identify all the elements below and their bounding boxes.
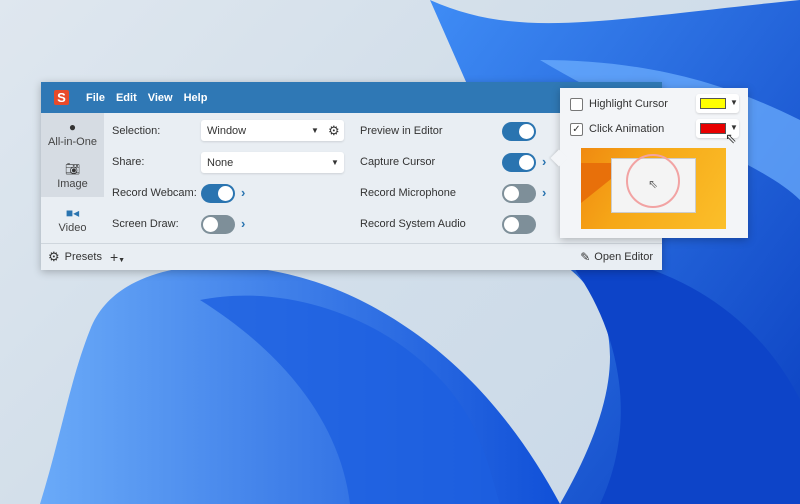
click-animation-label: Click Animation xyxy=(589,123,665,135)
record-system-audio-toggle[interactable] xyxy=(502,215,536,234)
capture-cursor-toggle[interactable] xyxy=(502,153,536,172)
highlight-cursor-label: Highlight Cursor xyxy=(589,98,668,110)
capture-cursor-popup: Highlight Cursor ▼ ✓ Click Animation ▼ ⇖… xyxy=(560,88,748,238)
record-system-audio-label: Record System Audio xyxy=(360,218,466,230)
click-animation-checkbox[interactable]: ✓ xyxy=(570,123,583,136)
bottom-bar: ⚙ Presets +▼ ✎ Open Editor xyxy=(41,243,662,270)
share-label: Share: xyxy=(112,156,145,168)
menu-file[interactable]: File xyxy=(86,92,105,104)
record-microphone-label: Record Microphone xyxy=(360,187,456,199)
tab-all-in-one[interactable]: ● All-in-One xyxy=(41,113,104,155)
selection-value: Window xyxy=(207,124,247,137)
capture-cursor-label: Capture Cursor xyxy=(360,156,436,168)
tab-label: Video xyxy=(58,221,87,234)
color-swatch xyxy=(700,98,726,109)
video-camera-icon: ■◂ xyxy=(65,205,80,220)
tab-video[interactable]: ■◂ Video xyxy=(41,197,104,243)
record-webcam-label: Record Webcam: xyxy=(112,187,197,199)
cursor-icon: ⇖ xyxy=(648,177,659,191)
record-icon: ● xyxy=(68,119,77,134)
chevron-down-icon: ▼ xyxy=(118,257,126,264)
capture-mode-tabs: ● All-in-One 📷︎ Image ■◂ Video xyxy=(41,113,104,243)
color-swatch xyxy=(700,123,726,134)
share-value: None xyxy=(207,156,234,169)
plus-icon: + xyxy=(109,249,119,265)
chevron-right-icon[interactable]: › xyxy=(241,185,245,200)
gear-icon[interactable]: ⚙ xyxy=(48,249,60,265)
chevron-right-icon[interactable]: › xyxy=(241,216,245,231)
tab-label: All-in-One xyxy=(48,135,97,148)
edit-icon: ✎ xyxy=(580,250,591,264)
tab-label: Image xyxy=(57,177,88,190)
click-animation-preview: ⇖ xyxy=(581,148,726,229)
presets-button[interactable]: Presets xyxy=(65,251,102,263)
selection-label: Selection: xyxy=(112,125,161,137)
preview-in-editor-toggle[interactable] xyxy=(502,122,536,141)
menu-edit[interactable]: Edit xyxy=(116,92,137,104)
chevron-right-icon[interactable]: › xyxy=(542,154,546,169)
chevron-down-icon: ▼ xyxy=(311,126,319,135)
gear-icon[interactable]: ⚙ xyxy=(328,123,340,139)
snagit-logo: S xyxy=(54,90,69,105)
highlight-color-picker[interactable]: ▼ xyxy=(696,94,739,113)
menu-view[interactable]: View xyxy=(148,92,173,104)
camera-icon: 📷︎ xyxy=(64,161,81,176)
open-editor-button[interactable]: Open Editor xyxy=(594,251,653,263)
tab-image[interactable]: 📷︎ Image xyxy=(41,155,104,197)
record-microphone-toggle[interactable] xyxy=(502,184,536,203)
record-webcam-toggle[interactable] xyxy=(201,184,235,203)
highlight-cursor-checkbox[interactable] xyxy=(570,98,583,111)
selection-dropdown[interactable]: Window ▼ ⚙ xyxy=(201,120,344,141)
chevron-down-icon: ▼ xyxy=(730,98,738,107)
add-preset-button[interactable]: +▼ xyxy=(110,249,125,265)
screen-draw-label: Screen Draw: xyxy=(112,218,179,230)
chevron-down-icon: ▼ xyxy=(331,158,339,167)
screen-draw-toggle[interactable] xyxy=(201,215,235,234)
mouse-cursor-icon: ⇖ xyxy=(725,130,737,146)
menu-help[interactable]: Help xyxy=(184,92,208,104)
share-dropdown[interactable]: None ▼ xyxy=(201,152,344,173)
chevron-right-icon[interactable]: › xyxy=(542,185,546,200)
preview-in-editor-label: Preview in Editor xyxy=(360,125,443,137)
